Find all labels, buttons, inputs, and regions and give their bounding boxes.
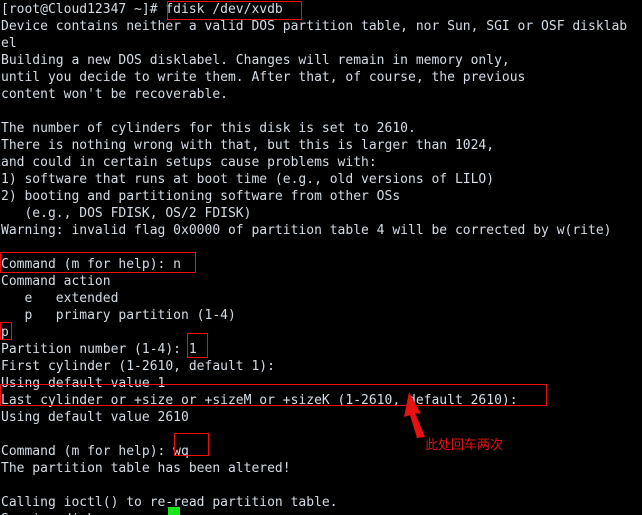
terminal-line: e extended	[1, 291, 119, 306]
terminal-line: The number of cylinders for this disk is…	[1, 121, 416, 136]
terminal-line: There is nothing wrong with that, but th…	[1, 138, 495, 153]
terminal-line: (e.g., DOS FDISK, OS/2 FDISK)	[1, 206, 252, 221]
terminal-line: Building a new DOS disklabel. Changes wi…	[1, 53, 510, 68]
terminal-output: [root@Cloud12347 ~]# fdisk /dev/xvdb Devi…	[0, 1, 642, 515]
terminal-line: Partition number (1-4): 1	[1, 342, 197, 357]
terminal-line: The partition table has been altered!	[1, 461, 291, 476]
terminal-line: p primary partition (1-4)	[1, 308, 236, 323]
terminal-line: until you decide to write them. After th…	[1, 70, 526, 85]
terminal-line: and could in certain setups cause proble…	[1, 155, 377, 170]
terminal-window[interactable]: [root@Cloud12347 ~]# fdisk /dev/xvdb Devi…	[0, 0, 642, 515]
terminal-line: content won't be recoverable.	[1, 87, 228, 102]
annotation-note-text: 此处回车两次	[425, 438, 504, 453]
terminal-line: Syncing disks.	[0, 511, 642, 515]
terminal-line: Calling ioctl() to re-read partition tab…	[1, 495, 338, 510]
terminal-line: Using default value 2610	[1, 410, 189, 425]
terminal-line: Last cylinder or +size or +sizeM or +siz…	[1, 393, 518, 408]
terminal-line: 1) software that runs at boot time (e.g.…	[1, 172, 495, 187]
terminal-line: Warning: invalid flag 0x0000 of partitio…	[1, 223, 612, 238]
terminal-line: Using default value 1	[1, 376, 166, 391]
terminal-line: Command action	[1, 274, 111, 289]
terminal-line: Command (m for help): wq	[1, 444, 189, 459]
terminal-line: el	[1, 36, 17, 51]
terminal-line: 2) booting and partitioning software fro…	[1, 189, 401, 204]
terminal-line: First cylinder (1-2610, default 1):	[1, 359, 275, 374]
terminal-cursor	[168, 507, 180, 515]
terminal-line: Device contains neither a valid DOS part…	[1, 19, 628, 34]
terminal-line: Command (m for help): n	[1, 257, 182, 272]
terminal-line: [root@Cloud12347 ~]# fdisk /dev/xvdb	[1, 2, 283, 17]
terminal-line: p	[1, 325, 9, 340]
